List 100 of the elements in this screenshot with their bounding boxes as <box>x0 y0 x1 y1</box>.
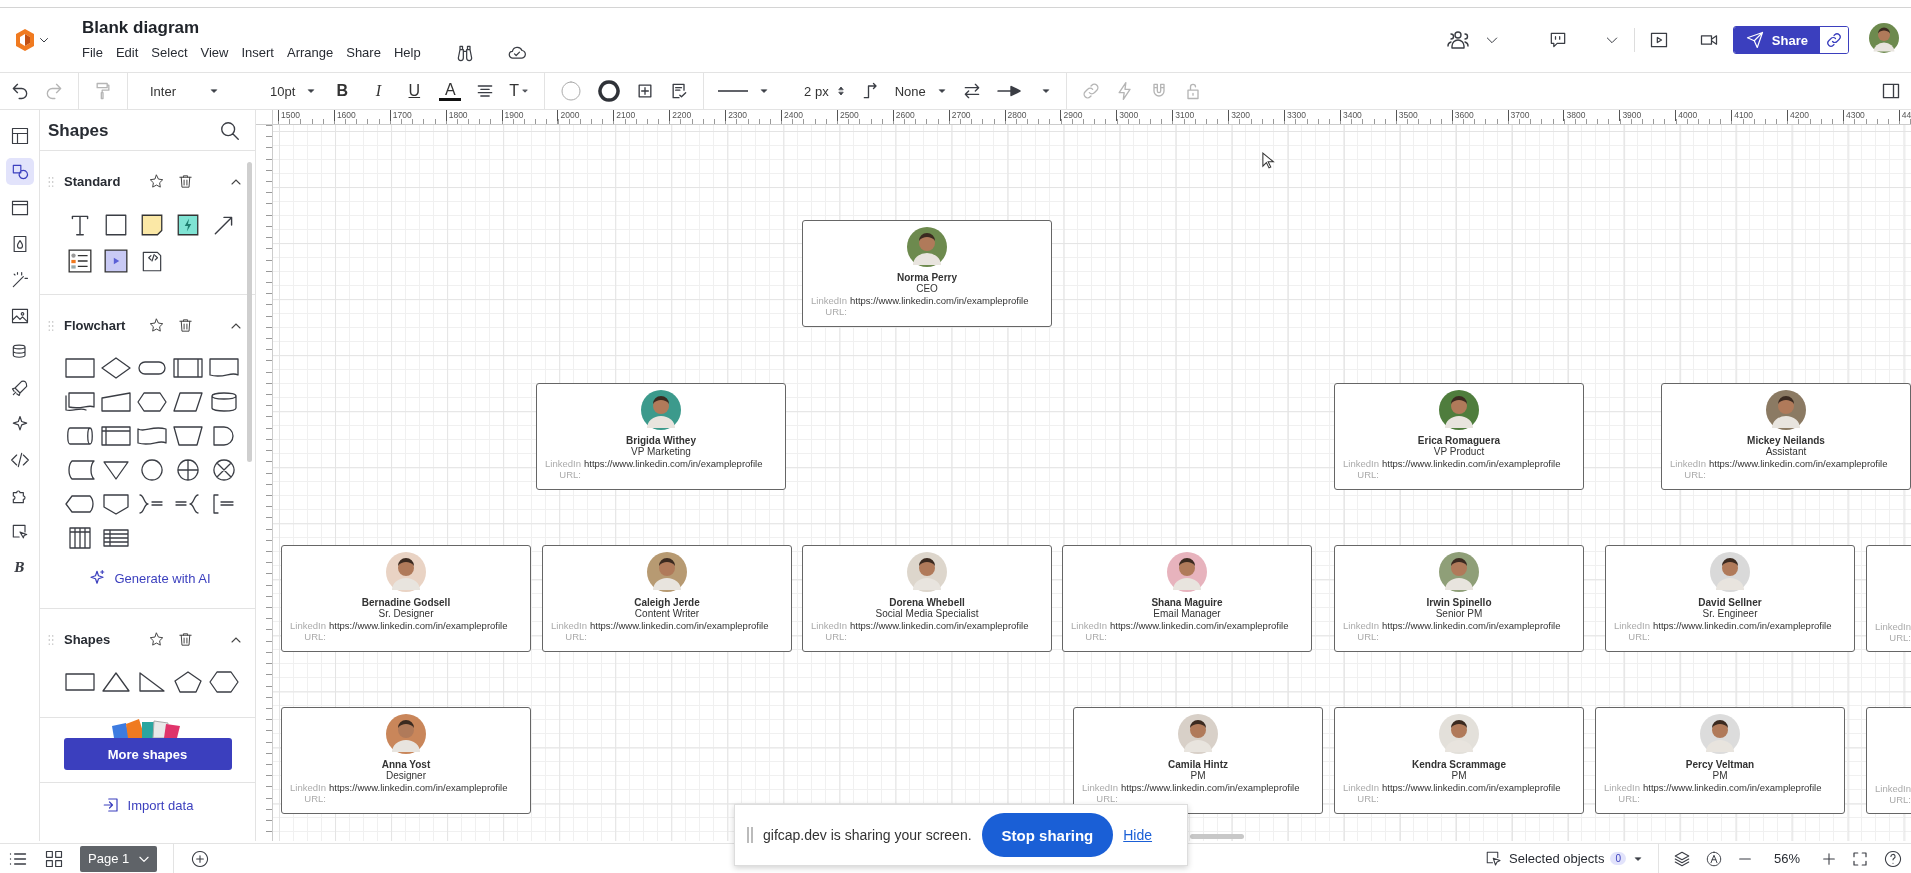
menu-item[interactable]: View <box>200 45 229 60</box>
add-page-icon[interactable] <box>190 848 211 869</box>
trash-icon[interactable] <box>177 173 194 190</box>
text-color-button[interactable]: A <box>439 81 462 101</box>
stop-sharing-button[interactable]: Stop sharing <box>981 813 1114 857</box>
field-label: LinkedIn URL: <box>1342 458 1379 480</box>
person-name: Camila Hintz <box>1168 759 1228 770</box>
zoom-in-icon[interactable] <box>1821 850 1837 867</box>
ruler-label: 3900 <box>1619 110 1676 121</box>
layers-icon[interactable] <box>1673 849 1691 868</box>
text-options-button[interactable]: T <box>509 82 531 100</box>
display-shape-icon[interactable] <box>64 492 96 516</box>
line-width-field[interactable]: 2 px <box>804 83 847 99</box>
font-size-dropdown[interactable]: 10pt <box>270 83 318 99</box>
off-page-shape-icon[interactable] <box>100 492 132 516</box>
rectangle-shape-icon[interactable] <box>103 212 129 238</box>
database-shape-icon[interactable] <box>208 390 240 414</box>
avatar <box>1178 714 1218 754</box>
count-badge: 0 <box>1610 852 1626 865</box>
avatar <box>907 227 947 267</box>
generate-ai-button[interactable]: Generate with AI <box>44 568 255 588</box>
ruler-label: 4000 <box>1675 110 1732 121</box>
app-logo[interactable] <box>14 28 36 52</box>
job-title: Assistant <box>1765 446 1807 457</box>
field-label: LinkedIn URL: <box>289 782 326 804</box>
import-data-button[interactable]: Import data <box>40 783 255 827</box>
scrollbar[interactable] <box>247 162 252 462</box>
trash-icon[interactable] <box>177 317 194 334</box>
line-start-dropdown[interactable]: None <box>894 83 948 99</box>
table-shape-icon[interactable] <box>100 526 132 550</box>
selected-objects-label[interactable]: Selected objects <box>1509 851 1605 866</box>
hexagon-shape-icon[interactable] <box>208 670 240 694</box>
bold-button[interactable]: B <box>331 82 354 100</box>
star-icon[interactable] <box>148 631 165 648</box>
decision-shape-icon[interactable] <box>100 356 132 380</box>
fit-screen-icon[interactable] <box>1851 849 1869 868</box>
grid-view-icon[interactable] <box>44 848 64 869</box>
data-shape-icon[interactable] <box>172 390 204 414</box>
accessibility-icon[interactable] <box>1705 849 1723 868</box>
star-icon[interactable] <box>148 173 165 190</box>
line-color-icon[interactable] <box>597 79 622 103</box>
search-icon[interactable] <box>219 120 241 142</box>
shapes-tab[interactable] <box>5 158 34 185</box>
sticky-note-icon[interactable] <box>139 212 165 238</box>
menu-item[interactable]: File <box>82 45 103 60</box>
field-label: LinkedIn URL: <box>1613 620 1650 642</box>
person-name: Percy Veltman <box>1685 759 1755 770</box>
menu-item[interactable]: Share <box>346 45 381 60</box>
share-button[interactable]: Share <box>1733 27 1820 53</box>
preparation-shape-icon[interactable] <box>136 390 168 414</box>
font-dropdown[interactable]: Inter <box>150 83 220 99</box>
menu-item[interactable]: Edit <box>115 45 139 60</box>
side-panel-icon[interactable] <box>1881 81 1901 101</box>
process-shape-icon[interactable] <box>64 356 96 380</box>
profile-url: https://www.linkedin.com/in/exampleprofile <box>1709 458 1888 469</box>
person-name: Bernadine Godsell <box>361 597 451 608</box>
italic-button[interactable]: I <box>367 82 390 100</box>
menu-item[interactable]: Arrange <box>286 45 334 60</box>
avatar <box>1439 390 1479 430</box>
document-title[interactable]: Blank diagram <box>82 17 527 38</box>
selection-icon[interactable] <box>1485 849 1504 868</box>
manual-input-shape-icon[interactable] <box>100 390 132 414</box>
trash-icon[interactable] <box>177 631 194 648</box>
list-block-icon[interactable] <box>67 248 93 274</box>
hide-link[interactable]: Hide <box>1123 827 1153 843</box>
more-shapes-button[interactable]: More shapes <box>63 738 232 770</box>
page-tab[interactable]: Page 1 <box>80 845 158 872</box>
menu-item[interactable]: Insert <box>241 45 274 60</box>
rectangle-shape-icon[interactable] <box>64 670 96 694</box>
plugin-tab[interactable]: B <box>5 554 34 581</box>
multi-document-shape-icon[interactable] <box>64 390 96 414</box>
field-label: LinkedIn URL: <box>1081 782 1118 804</box>
drag-handle-icon[interactable] <box>747 827 753 843</box>
undo-icon[interactable] <box>10 81 30 101</box>
manual-operation-shape-icon[interactable] <box>172 424 204 448</box>
internal-storage-shape-icon[interactable] <box>100 424 132 448</box>
direct-data-shape-icon[interactable] <box>64 424 96 448</box>
underline-button[interactable]: U <box>403 82 426 100</box>
menu-item[interactable]: Help <box>393 45 421 60</box>
scrollbar[interactable] <box>1190 834 1244 839</box>
star-icon[interactable] <box>148 317 165 334</box>
pentagon-shape-icon[interactable] <box>172 670 204 694</box>
ruler-label: 2700 <box>948 110 1005 121</box>
subroutine-shape-icon[interactable] <box>172 356 204 380</box>
tape-shape-icon[interactable] <box>136 424 168 448</box>
field-label: LinkedIn URL: <box>810 620 847 642</box>
triangle-shape-icon[interactable] <box>100 670 132 694</box>
ruler-label: 1700 <box>389 110 446 121</box>
collaborators-icon[interactable] <box>1445 28 1470 52</box>
help-icon[interactable] <box>1883 848 1903 869</box>
fill-color-icon[interactable] <box>559 79 584 103</box>
document-shape-icon[interactable] <box>208 356 240 380</box>
person-name: Kendra Scrammage <box>1412 759 1506 770</box>
video-block-icon[interactable] <box>103 248 129 274</box>
present-icon[interactable] <box>1648 30 1669 50</box>
zoom-level[interactable]: 56% <box>1767 851 1807 866</box>
action-block-icon[interactable] <box>175 212 201 238</box>
field-label: LinkedIn URL: <box>1342 782 1379 804</box>
menu-item[interactable]: Select <box>151 45 188 60</box>
field-label: LinkedIn URL: <box>1874 783 1911 805</box>
